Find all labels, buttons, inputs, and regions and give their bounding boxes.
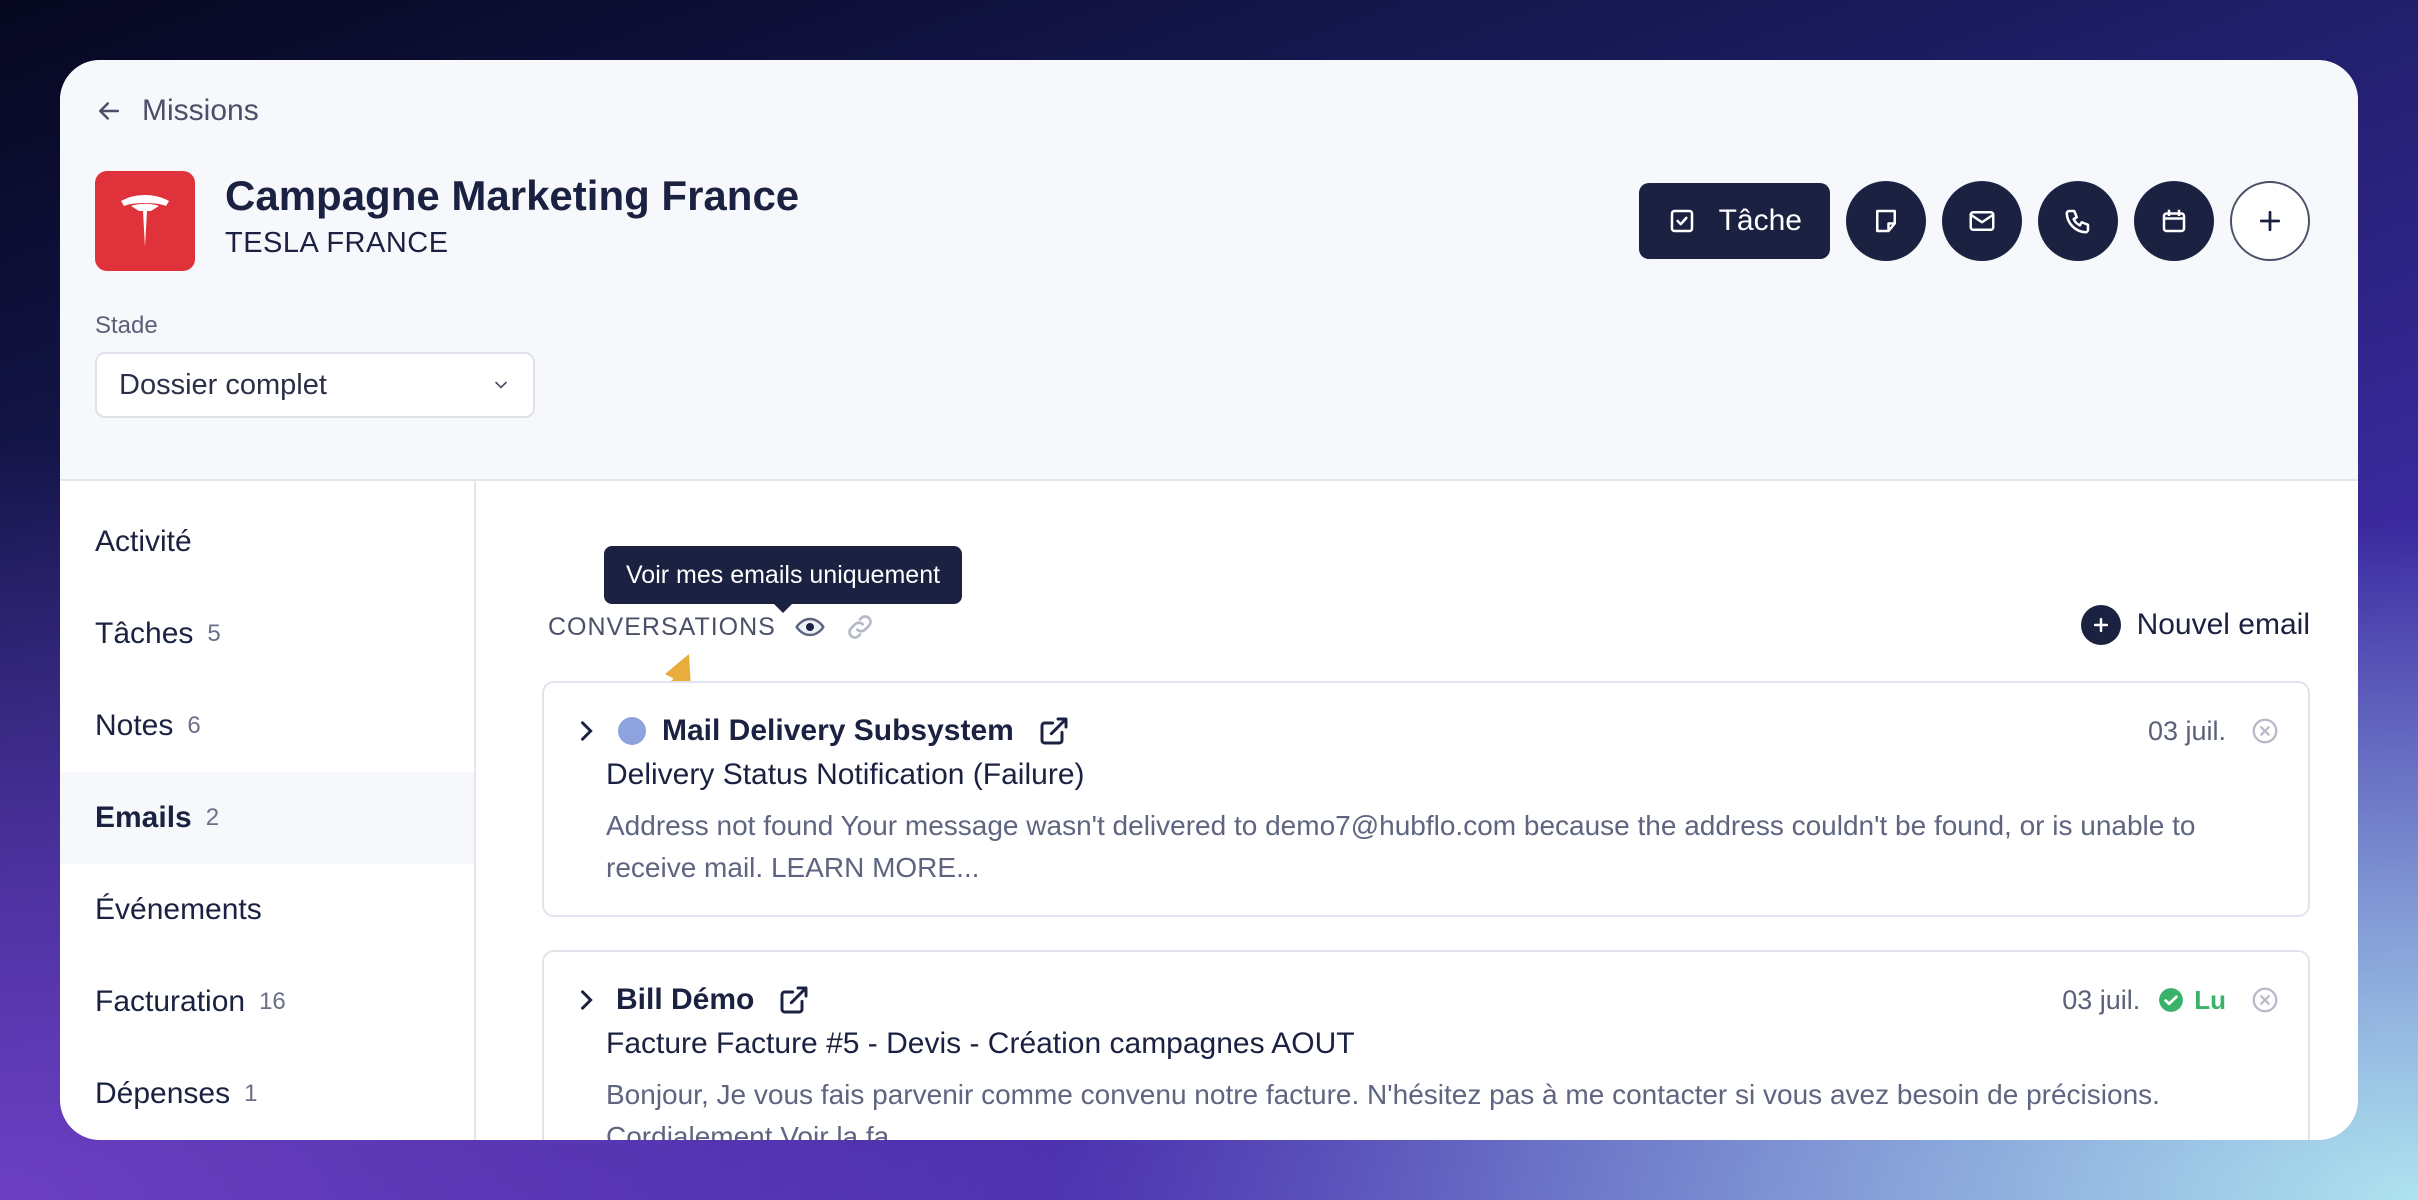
phone-icon	[2065, 209, 2090, 234]
sidebar-item-label: Notes	[95, 709, 174, 742]
email-preview: Bonjour, Je vous fais parvenir comme con…	[606, 1079, 2160, 1140]
email-card-header: Mail Delivery Subsystem 03 juil.	[572, 707, 2280, 755]
email-preview: Address not found Your message wasn't de…	[606, 810, 2196, 883]
task-button-label: Tâche	[1718, 204, 1802, 237]
sidebar-item-taches[interactable]: Tâches 5	[60, 588, 474, 680]
emails-panel: Voir mes emails uniquement CONVERSATIONS…	[478, 481, 2358, 1140]
sidebar-item-count: 16	[259, 988, 286, 1015]
note-icon	[1876, 209, 1896, 233]
arrow-left-icon	[99, 102, 119, 120]
checkbox-icon	[1670, 209, 1693, 233]
action-toolbar: Tâche	[1638, 181, 2310, 261]
email-sender: Bill Démo	[616, 983, 755, 1016]
sidebar-item-count: 6	[187, 712, 201, 739]
email-card-header: Bill Démo 03 juil. Lu	[572, 976, 2280, 1024]
more-actions-button[interactable]	[2230, 181, 2310, 261]
read-status: Lu	[2158, 985, 2226, 1016]
add-event-button[interactable]	[2134, 181, 2214, 261]
chevron-right-icon[interactable]	[572, 986, 600, 1014]
check-circle-icon	[2159, 988, 2184, 1012]
external-link-icon[interactable]	[778, 984, 810, 1016]
sidebar-item-count: 2	[205, 804, 220, 831]
sidebar-item-evenements[interactable]: Événements	[60, 864, 474, 956]
section-sidebar: Activité Tâches 5 Notes 6 Emails 2 Événe…	[60, 481, 476, 1140]
sidebar-item-depenses[interactable]: Dépenses 1	[60, 1048, 474, 1140]
sidebar-item-count: 1	[244, 1080, 258, 1107]
chevron-down-icon	[495, 381, 507, 389]
calendar-icon	[2162, 209, 2186, 233]
email-subject: Delivery Status Notification (Failure)	[606, 758, 1085, 791]
breadcrumb-missions: Missions	[142, 94, 259, 127]
email-subject: Facture Facture #5 - Devis - Création ca…	[606, 1027, 1355, 1060]
close-circle-icon[interactable]	[2250, 985, 2280, 1015]
company-name: TESLA FRANCE	[225, 227, 449, 259]
eye-icon[interactable]	[794, 611, 826, 643]
mail-icon	[1969, 211, 1995, 231]
email-date: 03 juil.	[2062, 984, 2141, 1015]
sidebar-item-emails[interactable]: Emails 2	[60, 772, 474, 864]
log-call-button[interactable]	[2038, 181, 2118, 261]
send-email-button[interactable]	[1942, 181, 2022, 261]
mission-header: Missions Campagne Marketing France TESLA…	[60, 60, 2358, 481]
sidebar-item-label: Emails	[95, 801, 192, 834]
stade-select[interactable]: Dossier complet	[95, 352, 535, 418]
stade-label: Stade	[95, 312, 158, 339]
sidebar-item-label: Dépenses	[95, 1077, 231, 1110]
new-email-label: Nouvel email	[2136, 608, 2310, 641]
add-task-button[interactable]: Tâche	[1638, 183, 1830, 259]
link-icon[interactable]	[844, 611, 876, 643]
email-sender: Mail Delivery Subsystem	[662, 714, 1014, 747]
sidebar-item-facturation[interactable]: Facturation 16	[60, 956, 474, 1048]
app-window: Missions Campagne Marketing France TESLA…	[60, 60, 2358, 1140]
sidebar-item-label: Facturation	[95, 985, 246, 1018]
add-note-button[interactable]	[1846, 181, 1926, 261]
email-thread-card[interactable]: Mail Delivery Subsystem 03 juil. Deliver…	[542, 681, 2310, 917]
conversations-header: CONVERSATIONS	[548, 611, 876, 643]
sidebar-item-activite[interactable]: Activité	[60, 496, 474, 588]
plus-circle-icon	[2080, 605, 2121, 645]
plus-icon	[2259, 210, 2281, 232]
close-circle-icon[interactable]	[2250, 716, 2280, 746]
company-logo	[95, 171, 195, 271]
sidebar-item-label: Événements	[95, 893, 262, 926]
page-title: Campagne Marketing France	[225, 172, 800, 219]
stade-value: Dossier complet	[119, 368, 327, 401]
new-email-button[interactable]: Nouvel email	[2080, 605, 2310, 645]
sidebar-item-label: Activité	[95, 525, 192, 558]
filter-tooltip: Voir mes emails uniquement	[604, 546, 963, 613]
tesla-logo-icon	[121, 195, 169, 247]
email-thread-card[interactable]: Bill Démo 03 juil. Lu Facture Facture #5…	[542, 950, 2310, 1140]
email-date: 03 juil.	[2147, 715, 2226, 746]
external-link-icon[interactable]	[1038, 715, 1070, 747]
sender-avatar-dot	[618, 717, 646, 745]
sidebar-item-label: Tâches	[95, 617, 194, 650]
read-status-label: Lu	[2194, 984, 2226, 1015]
back-button[interactable]: Missions	[94, 86, 259, 136]
sidebar-item-notes[interactable]: Notes 6	[60, 680, 474, 772]
chevron-right-icon[interactable]	[572, 717, 600, 745]
sidebar-item-count: 5	[207, 620, 221, 647]
